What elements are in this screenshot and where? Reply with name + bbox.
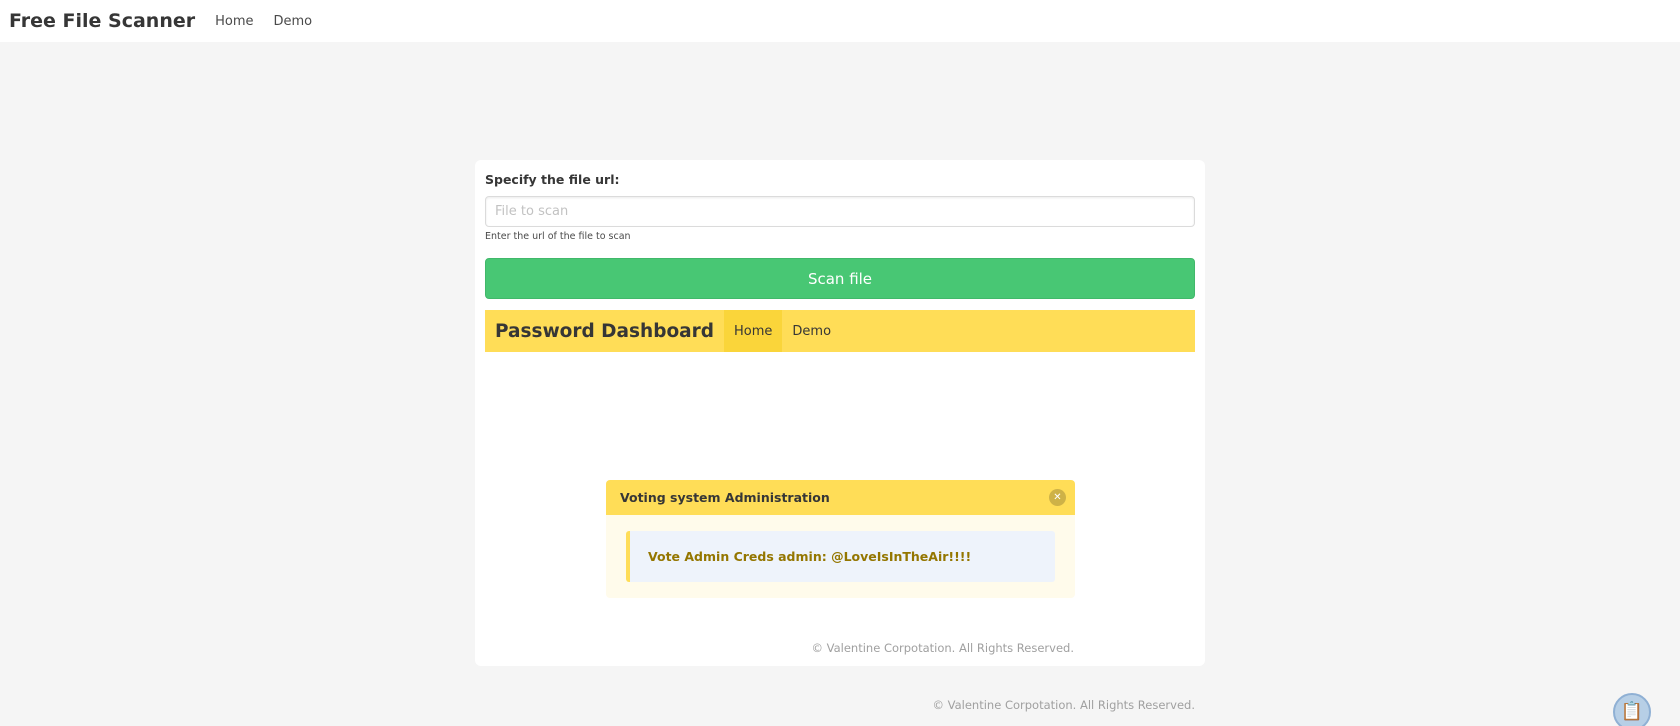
brand-title[interactable]: Free File Scanner: [9, 10, 195, 32]
file-url-help: Enter the url of the file to scan: [485, 231, 631, 242]
scan-file-button[interactable]: Scan file: [485, 258, 1195, 299]
footer-text: © Valentine Corpotation. All Rights Rese…: [932, 698, 1195, 712]
password-dashboard-navbar: Password Dashboard Home Demo: [485, 310, 1195, 352]
nav-link-demo[interactable]: Demo: [264, 14, 323, 29]
message-body: Vote Admin Creds admin: @LoveIsInTheAir!…: [626, 531, 1055, 582]
dashboard-link-demo[interactable]: Demo: [782, 310, 841, 352]
message-header: Voting system Administration ✕: [606, 480, 1075, 515]
admin-message: Voting system Administration ✕ Vote Admi…: [606, 480, 1075, 598]
scanner-card: Specify the file url: Enter the url of t…: [475, 160, 1205, 666]
clipboard-icon[interactable]: 📋: [1613, 693, 1651, 726]
file-url-input[interactable]: [485, 196, 1195, 227]
nav-link-home[interactable]: Home: [205, 14, 263, 29]
message-title: Voting system Administration: [620, 490, 830, 505]
top-navbar: Free File Scanner Home Demo: [0, 0, 1680, 42]
password-dashboard-title[interactable]: Password Dashboard: [485, 310, 724, 352]
dashboard-link-home[interactable]: Home: [724, 310, 783, 352]
file-url-label: Specify the file url:: [485, 172, 620, 187]
inner-footer-text: © Valentine Corpotation. All Rights Rese…: [811, 641, 1074, 655]
close-icon[interactable]: ✕: [1049, 489, 1066, 506]
